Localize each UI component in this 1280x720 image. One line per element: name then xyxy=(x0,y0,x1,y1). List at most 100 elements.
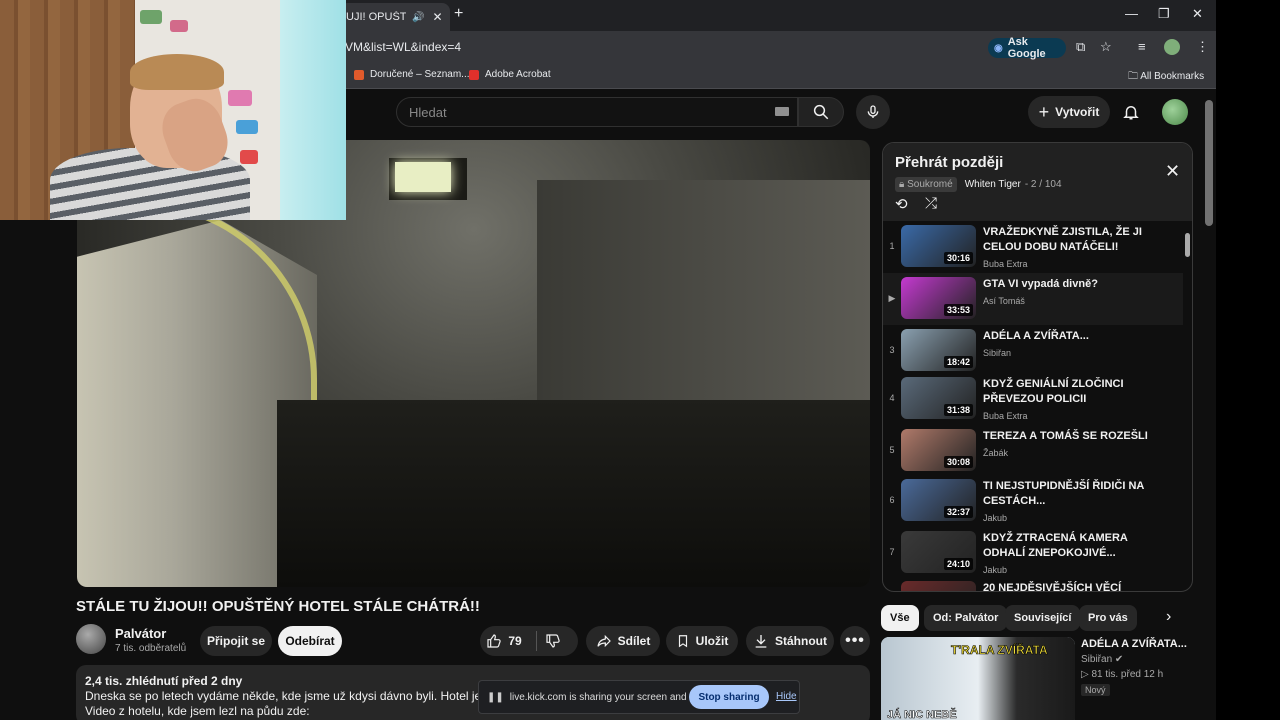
playlist-item-thumbnail[interactable]: 30:16 xyxy=(901,225,976,267)
recommended-video[interactable]: T'RALA ZVÍŘATA JÁ NIC NEBĚ ADÉLA A ZVÍŘA… xyxy=(881,637,1201,720)
playlist-item[interactable]: 6 32:37 TI NEJSTUPIDNĚJŠÍ ŘIDIČI NA CESTÁC… xyxy=(883,475,1183,527)
playlist-scrollbar[interactable] xyxy=(1185,233,1190,257)
playlist-item[interactable]: 7 24:10 KDYŽ ZTRACENÁ KAMERA ODHALÍ ZNEPOK… xyxy=(883,527,1183,579)
recommended-thumbnail[interactable]: T'RALA ZVÍŘATA JÁ NIC NEBĚ xyxy=(881,637,1075,720)
create-button[interactable]: + Vytvořit xyxy=(1028,96,1110,128)
magnet xyxy=(140,10,162,24)
screen-share-bar: ❚❚ live.kick.com is sharing your screen … xyxy=(478,680,800,714)
playlist-item-channel: Así Tomáš xyxy=(983,296,1025,306)
browser-tab[interactable]: UJI! OPUŠTĚNÝ 🔊 ✕ xyxy=(340,3,450,31)
close-playlist-icon[interactable]: ✕ xyxy=(1165,161,1180,182)
loop-icon[interactable]: ⟲ xyxy=(895,195,908,213)
playlist-item-index: 1 xyxy=(889,241,895,251)
join-button[interactable]: Připojit se xyxy=(200,626,272,656)
bookmark-label: Doručené – Seznam... xyxy=(370,69,470,80)
desktop-edge xyxy=(1216,0,1280,720)
keyboard-icon[interactable] xyxy=(775,107,789,116)
like-dislike-group: 79 xyxy=(480,626,578,656)
screen-share-message: live.kick.com is sharing your screen and… xyxy=(509,691,717,703)
privacy-label: Soukromé xyxy=(907,179,953,190)
acrobat-icon xyxy=(469,69,479,80)
cast-icon[interactable]: ⧉ xyxy=(1076,39,1085,55)
hide-link[interactable]: Hide xyxy=(776,691,797,702)
voice-search-button[interactable] xyxy=(856,95,890,129)
media-queue-icon[interactable]: ≡ xyxy=(1138,39,1146,54)
playlist-item-title: 20 NEJDĚSIVĚJŠÍCH VĚCÍ xyxy=(983,582,1122,592)
save-button[interactable]: Uložit xyxy=(666,626,738,656)
bookmark-star-icon[interactable]: ☆ xyxy=(1100,39,1112,55)
browser-menu-icon[interactable]: ⋮ xyxy=(1196,39,1209,55)
profile-avatar[interactable] xyxy=(1164,39,1180,55)
playlist-item-title: ADÉLA A ZVÍŘATA... xyxy=(983,330,1089,342)
all-bookmarks[interactable]: 🗀 All Bookmarks xyxy=(1128,69,1204,86)
playlist-item-duration: 30:08 xyxy=(943,456,973,468)
minimize-icon[interactable]: — xyxy=(1125,6,1138,21)
playlist-item[interactable]: 3 18:42 ADÉLA A ZVÍŘATA... Sibiřan xyxy=(883,325,1183,377)
recommended-title: ADÉLA A ZVÍŘATA... xyxy=(1081,638,1187,650)
lock-icon: 🔒︎ xyxy=(899,179,908,190)
playlist-item-thumbnail[interactable]: 24:10 xyxy=(901,531,976,573)
ask-google-button[interactable]: ◉ Ask Google xyxy=(988,36,1066,60)
playlist-owner[interactable]: Whiten Tiger xyxy=(965,179,1021,190)
search-input[interactable]: Hledat xyxy=(396,97,798,127)
stop-sharing-button[interactable]: Stop sharing xyxy=(689,685,769,709)
playlist-item-channel: Žabák xyxy=(983,448,1009,458)
video-frame-wall xyxy=(537,180,870,410)
account-avatar[interactable] xyxy=(1162,99,1188,125)
playlist-item[interactable]: 5 30:08 TEREZA A TOMÁŠ SE ROZEŠLI Žabák xyxy=(883,425,1183,477)
channel-avatar[interactable] xyxy=(76,624,106,654)
search-button[interactable] xyxy=(798,97,844,127)
bookmark-icon xyxy=(678,635,687,648)
now-playing-icon: ▶ xyxy=(888,293,896,303)
close-tab-icon[interactable]: ✕ xyxy=(432,10,442,24)
page-scrollbar[interactable] xyxy=(1205,100,1213,226)
chip-from-channel[interactable]: Od: Palvátor xyxy=(924,605,1008,631)
playlist-item-duration: 30:16 xyxy=(943,252,973,264)
channel-name[interactable]: Palvátor xyxy=(115,626,166,641)
webcam-person-hair xyxy=(130,54,224,90)
download-icon xyxy=(755,635,767,648)
playlist-item-thumbnail[interactable]: 33:53 xyxy=(901,277,976,319)
playlist-title[interactable]: Přehrát později xyxy=(895,154,1003,171)
dislike-button[interactable] xyxy=(545,633,561,649)
close-window-icon[interactable]: ✕ xyxy=(1192,6,1203,22)
playlist-position: - 2 / 104 xyxy=(1024,179,1062,190)
playlist-item[interactable]: 82:0020 NEJDĚSIVĚJŠÍCH VĚCÍ xyxy=(883,577,1183,592)
seznam-icon xyxy=(354,69,364,80)
maximize-icon[interactable]: ❐ xyxy=(1158,6,1170,22)
chip-for-you[interactable]: Pro vás xyxy=(1079,605,1137,631)
chevron-right-icon[interactable]: › xyxy=(1166,608,1171,626)
folder-icon: 🗀 xyxy=(1128,71,1141,82)
like-button[interactable]: 79 xyxy=(480,633,528,649)
bookmark-acrobat[interactable]: Adobe Acrobat xyxy=(469,69,551,80)
playlist-item-thumbnail[interactable]: 18:42 xyxy=(901,329,976,371)
chip-related[interactable]: Související xyxy=(1005,605,1081,631)
playlist-item-thumbnail[interactable]: 2:00 xyxy=(901,581,976,591)
playlist-item[interactable]: 4 31:38 KDYŽ GENIÁLNÍ ZLOČINCI PŘEVEZOU PO… xyxy=(883,373,1183,425)
more-actions-button[interactable]: ••• xyxy=(840,626,870,656)
share-button[interactable]: Sdílet xyxy=(586,626,660,656)
playlist-item-thumbnail[interactable]: 30:08 xyxy=(901,429,976,471)
webcam-overlay xyxy=(0,0,346,220)
bookmark-seznam[interactable]: Doručené – Seznam... xyxy=(354,69,470,80)
subscribe-button[interactable]: Odebírat xyxy=(278,626,342,656)
url-text[interactable]: VM&list=WL&index=4 xyxy=(345,40,461,54)
privacy-badge: 🔒︎ Soukromé xyxy=(895,177,957,192)
magnet xyxy=(170,20,188,32)
shuffle-icon[interactable]: ⤮ xyxy=(925,195,937,212)
thumb-text-2: JÁ NIC NEBĚ xyxy=(887,709,957,720)
playlist-item[interactable]: ▶ 33:53 GTA VI vypadá divně? Así Tomáš xyxy=(883,273,1183,325)
notifications-bell-icon[interactable] xyxy=(1122,102,1140,122)
video-frame-floor xyxy=(277,400,870,587)
playlist-item[interactable]: 1 30:16 VRAŽEDKYNĚ ZJISTILA, ŽE JI CELOU D… xyxy=(883,221,1183,273)
playlist-item-thumbnail[interactable]: 32:37 xyxy=(901,479,976,521)
speaker-icon[interactable]: 🔊 xyxy=(412,12,424,23)
download-button[interactable]: Stáhnout xyxy=(746,626,834,656)
recommended-channel: Sibiřan ✔ xyxy=(1081,654,1123,665)
playlist-item-title: KDYŽ GENIÁLNÍ ZLOČINCI PŘEVEZOU POLICII xyxy=(983,378,1124,405)
new-tab-icon[interactable]: + xyxy=(454,5,463,23)
thumb-text: T'RALA ZVÍŘATA xyxy=(951,643,1048,658)
playlist-item-thumbnail[interactable]: 31:38 xyxy=(901,377,976,419)
channel-label: Sibiřan xyxy=(1081,654,1113,665)
chip-all[interactable]: Vše xyxy=(881,605,919,631)
